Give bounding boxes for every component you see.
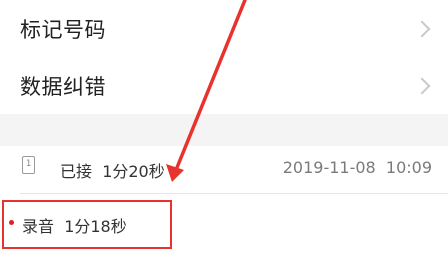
call-datetime: 2019-11-08 10:09 (283, 158, 432, 177)
chevron-right-icon (413, 20, 431, 38)
call-status: 已接 1分20秒 (60, 158, 165, 182)
menu-item-mark-number[interactable]: 标记号码 (0, 0, 448, 58)
menu-item-label: 数据纠错 (20, 75, 106, 99)
call-duration: 1分20秒 (102, 162, 165, 181)
menu-item-label: 标记号码 (20, 18, 106, 42)
call-record-row: 1 已接 1分20秒 2019-11-08 10:09 (0, 146, 448, 192)
recording-duration: 1分18秒 (64, 217, 127, 236)
call-time: 10:09 (385, 158, 432, 177)
call-date: 2019-11-08 (282, 158, 376, 177)
divider (20, 193, 448, 194)
call-status-label: 已接 (60, 162, 93, 181)
section-separator (0, 114, 448, 146)
recording-row[interactable]: 录音 1分18秒 (0, 196, 448, 262)
document-icon: 1 (22, 156, 35, 174)
recording-dot-icon (9, 220, 14, 225)
call-detail-screen: 标记号码 数据纠错 1 已接 1分20秒 2019-11-08 10:09 录音… (0, 0, 448, 262)
menu-item-data-correction[interactable]: 数据纠错 (0, 57, 448, 115)
recording-label: 录音 (22, 217, 55, 236)
recording-info: 录音 1分18秒 (22, 213, 127, 237)
chevron-right-icon (413, 77, 431, 95)
